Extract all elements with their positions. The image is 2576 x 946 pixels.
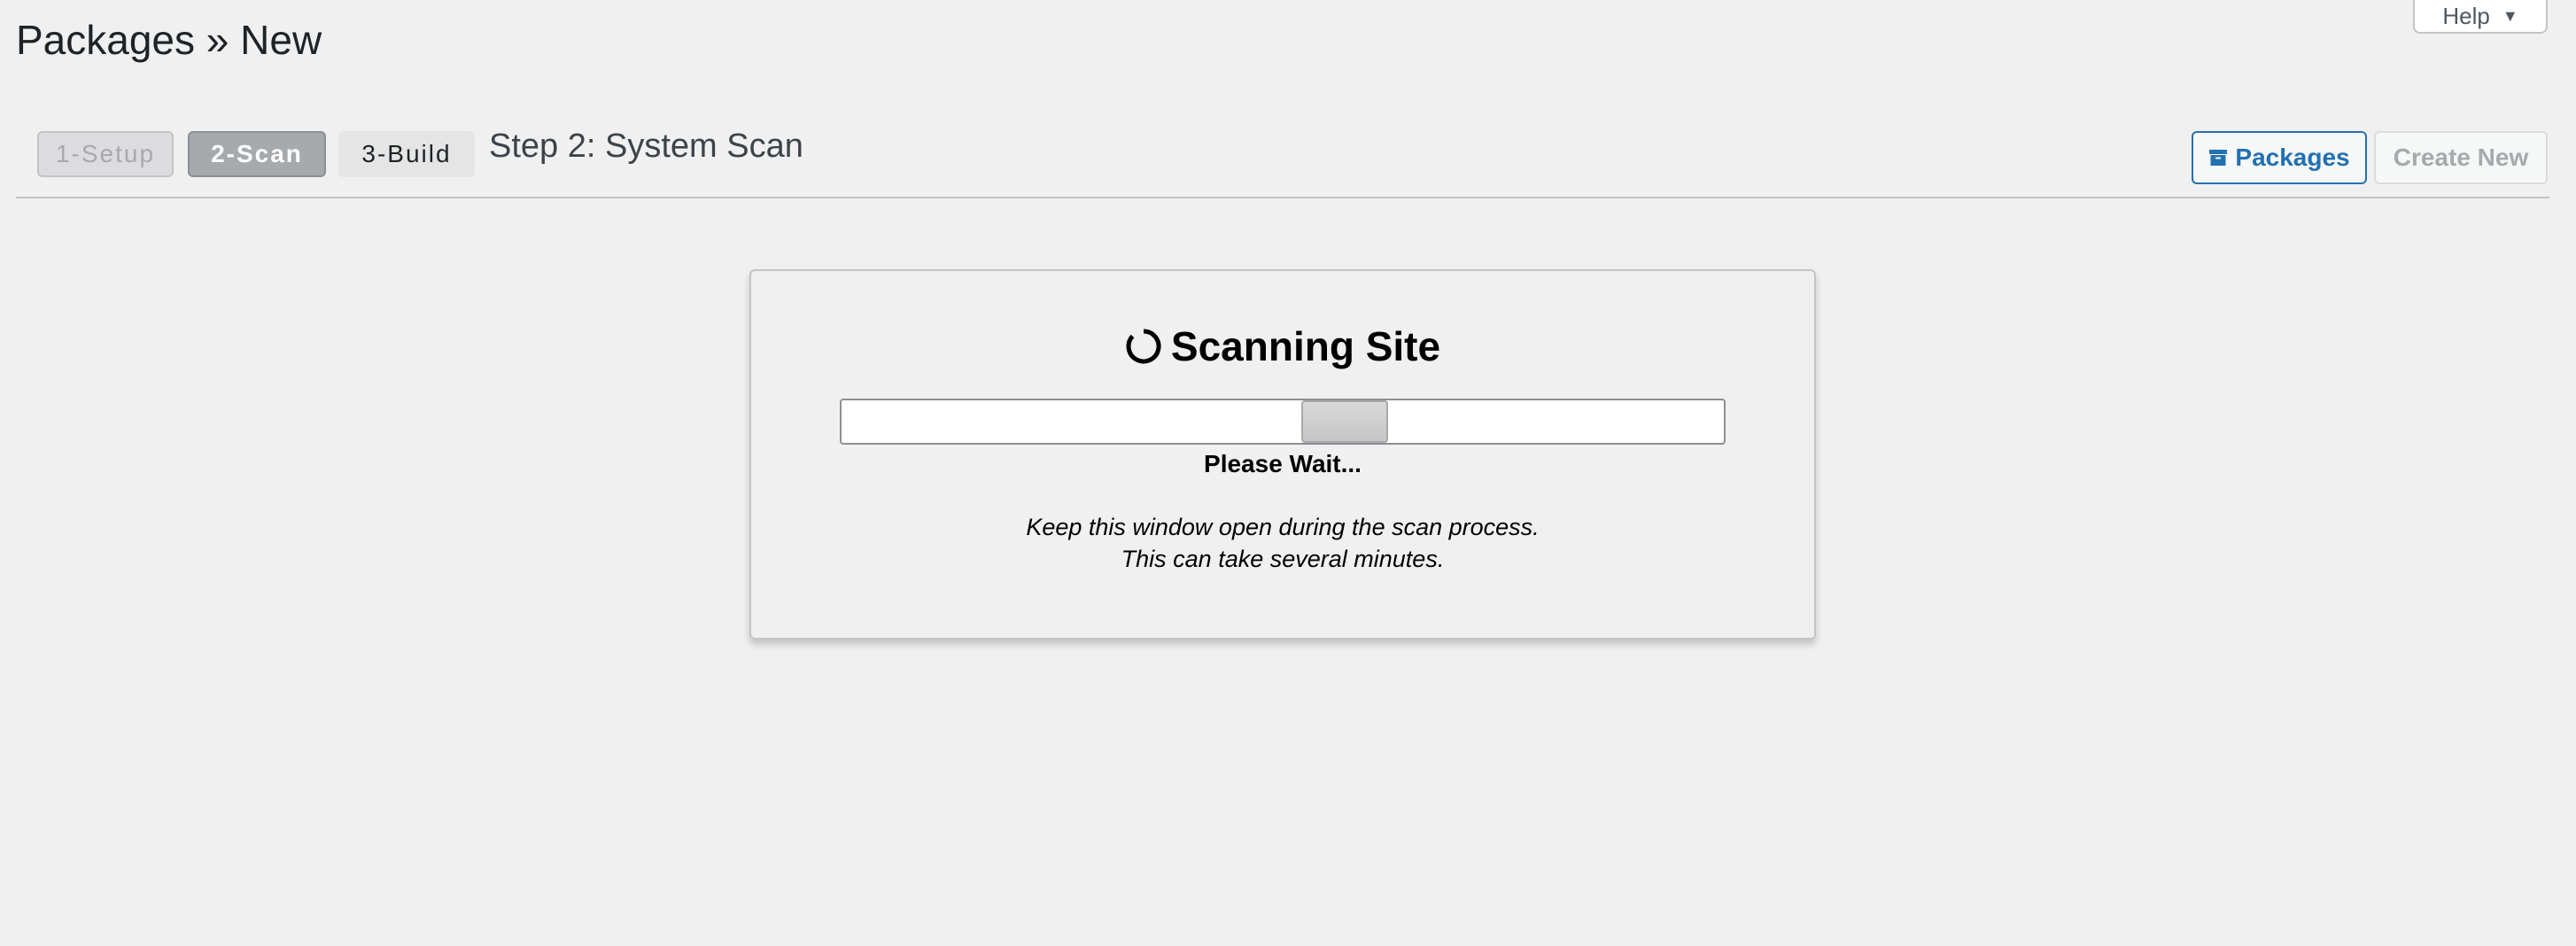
packages-label: Packages [2235, 143, 2350, 171]
scan-note-line2: This can take several minutes. [1121, 546, 1445, 572]
page-title: Packages » New [16, 17, 322, 63]
spinner-icon [1126, 329, 1161, 364]
step-setup[interactable]: 1-Setup [37, 131, 174, 177]
progress-indicator [1301, 400, 1388, 443]
scan-heading: Scanning Site [751, 322, 1814, 370]
archive-icon [2209, 150, 2228, 166]
step-build[interactable]: 3-Build [338, 131, 475, 177]
scan-note-line1: Keep this window open during the scan pr… [1026, 514, 1540, 540]
step-scan[interactable]: 2-Scan [188, 131, 326, 177]
progress-bar [840, 399, 1726, 445]
help-tab[interactable]: Help ▼ [2413, 0, 2548, 34]
scan-heading-text: Scanning Site [1170, 323, 1441, 369]
steps-bar: 1-Setup 2-Scan 3-Build Step 2: System Sc… [16, 124, 2549, 198]
packages-button[interactable]: Packages [2192, 131, 2367, 184]
caret-down-icon: ▼ [2502, 6, 2518, 25]
page: Packages » New Help ▼ 1-Setup 2-Scan 3-B… [0, 0, 2576, 946]
create-new-button[interactable]: Create New [2374, 131, 2548, 184]
scan-panel: Scanning Site Please Wait... Keep this w… [749, 269, 1816, 640]
help-label: Help [2442, 2, 2490, 29]
step-title: Step 2: System Scan [489, 128, 803, 165]
wait-text: Please Wait... [1204, 450, 1362, 477]
